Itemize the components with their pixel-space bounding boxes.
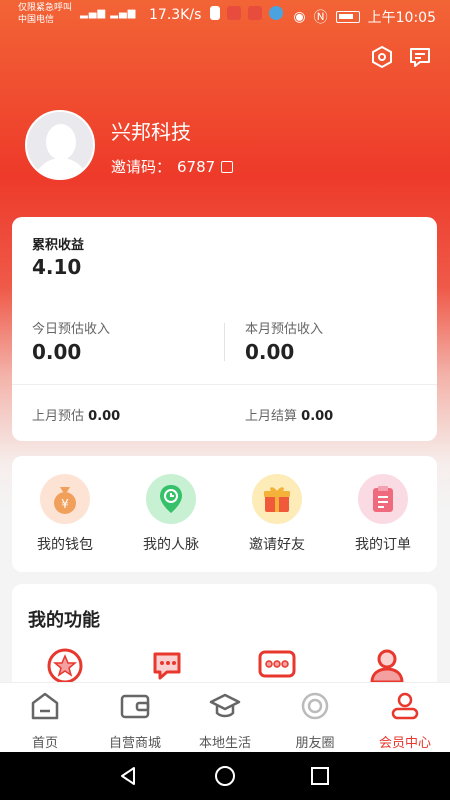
last-month-estimate: 上月预估 0.00 (32, 405, 120, 424)
avatar[interactable] (25, 110, 95, 180)
quick-item-orders[interactable]: 我的订单 (338, 474, 428, 554)
last-month-settle-label: 上月结算 (245, 409, 298, 424)
message-dots-icon[interactable] (257, 646, 297, 686)
quick-item-invite[interactable]: 邀请好友 (232, 474, 322, 554)
quick-label: 我的订单 (355, 537, 411, 553)
quick-actions-card: ¥ 我的钱包 我的人脉 邀请好友 我的订单 (12, 456, 437, 572)
browser-app-icon (269, 6, 283, 20)
user-icon[interactable] (367, 646, 407, 686)
total-earnings-label: 累积收益 (32, 238, 85, 253)
last-month-settlement: 上月结算 0.00 (245, 405, 333, 424)
tab-self-mall[interactable]: 自营商城 (90, 691, 180, 751)
home-icon (31, 692, 59, 720)
last-month-est-label: 上月预估 (32, 409, 85, 424)
location-pin-icon (146, 474, 196, 524)
svg-text:¥: ¥ (61, 497, 69, 511)
net-speed: 17.3K/s (149, 7, 202, 23)
home-button-icon[interactable] (213, 764, 237, 788)
app-notify-icon (227, 6, 241, 20)
copy-icon[interactable] (221, 160, 234, 173)
status-time: 上午10:05 (367, 10, 436, 26)
member-user-icon (391, 692, 419, 720)
signal-icon: ▂▄▆ ▂▄▆ (80, 8, 137, 19)
today-income-label: 今日预估收入 (32, 322, 111, 337)
tab-moments[interactable]: 朋友圈 (270, 691, 360, 751)
bottom-tab-bar: 首页 自营商城 本地生活 朋友圈 会员中心 (0, 682, 450, 752)
tab-label: 会员中心 (378, 736, 431, 751)
last-month-settle-value: 0.00 (301, 409, 334, 424)
circle-icon (301, 692, 329, 720)
today-income-value: 0.00 (32, 340, 82, 364)
tab-home[interactable]: 首页 (0, 691, 90, 751)
tab-label: 本地生活 (198, 736, 251, 751)
wallet-icon (120, 694, 150, 719)
nfc-icon: Ⓝ (313, 10, 328, 26)
tab-label: 首页 (31, 736, 58, 751)
order-list-icon (358, 474, 408, 524)
tab-label: 朋友圈 (295, 736, 335, 751)
hourglass-icon (210, 6, 220, 20)
money-bag-icon: ¥ (40, 474, 90, 524)
quick-label: 邀请好友 (249, 537, 305, 553)
chat-bubbles-icon[interactable] (151, 646, 191, 686)
recents-icon[interactable] (308, 764, 332, 788)
avatar-body (33, 158, 89, 178)
carrier-info: 仅限紧急呼叫 中国电信 (18, 2, 72, 26)
status-right: ◉ Ⓝ 上午10:05 (293, 7, 436, 27)
user-name: 兴邦科技 (111, 120, 191, 144)
invite-label: 邀请码： (111, 158, 172, 176)
total-earnings-value: 4.10 (32, 255, 82, 279)
graduation-cap-icon (209, 693, 241, 718)
eye-icon: ◉ (293, 9, 306, 25)
star-badge-icon[interactable] (45, 646, 85, 686)
invite-code: 6787 (177, 157, 216, 176)
message-icon[interactable] (408, 45, 432, 69)
tab-member-center[interactable]: 会员中心 (360, 691, 450, 751)
quick-label: 我的钱包 (37, 537, 93, 553)
invite-code-row: 邀请码： 6787 (111, 156, 234, 177)
functions-title: 我的功能 (28, 610, 100, 631)
earnings-card: 累积收益 4.10 今日预估收入 0.00 本月预估收入 0.00 上月预估 0… (12, 217, 437, 441)
quick-label: 我的人脉 (143, 537, 199, 553)
settings-hexagon-icon[interactable] (370, 45, 394, 69)
tab-label: 自营商城 (108, 736, 161, 751)
quick-item-network[interactable]: 我的人脉 (126, 474, 216, 554)
carrier-line1: 仅限紧急呼叫 (18, 3, 73, 13)
avatar-head (46, 124, 76, 160)
status-bar: 仅限紧急呼叫 中国电信 ▂▄▆ ▂▄▆ 17.3K/s ◉ Ⓝ 上午10:05 (0, 0, 450, 30)
system-nav-bar (0, 752, 450, 800)
notification-icons (210, 6, 283, 20)
month-income-value: 0.00 (245, 340, 295, 364)
battery-icon (335, 11, 360, 23)
quick-item-wallet[interactable]: ¥ 我的钱包 (20, 474, 110, 554)
last-month-est-value: 0.00 (88, 409, 121, 424)
divider (12, 384, 437, 385)
month-income-label: 本月预估收入 (245, 322, 324, 337)
carrier-line2: 中国电信 (18, 15, 55, 25)
divider (224, 323, 225, 361)
location-app-icon (248, 6, 262, 20)
back-icon[interactable] (116, 764, 140, 788)
gift-icon (252, 474, 302, 524)
tab-local-life[interactable]: 本地生活 (180, 691, 270, 751)
